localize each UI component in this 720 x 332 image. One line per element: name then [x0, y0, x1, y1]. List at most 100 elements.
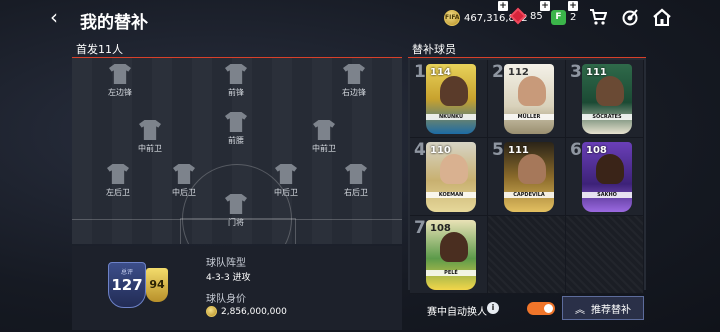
- team-value: 2,856,000,000: [206, 306, 287, 317]
- sub-slot[interactable]: 2 112 MÜLLER: [488, 60, 566, 138]
- player-name: SÓCRATES: [582, 114, 632, 120]
- sub-slot[interactable]: 7 108 PELÉ: [410, 216, 488, 294]
- slot-cam[interactable]: 前腰: [214, 112, 258, 146]
- shirt-icon: [225, 64, 247, 84]
- back-arrow-icon[interactable]: ‹: [50, 7, 70, 28]
- sub-slot[interactable]: 4 110 KOEMAN: [410, 138, 488, 216]
- sub-slot-number: 6: [570, 140, 582, 160]
- slot-right-winger[interactable]: 右边锋: [332, 64, 376, 98]
- sub-slot[interactable]: 3 111 SÓCRATES: [566, 60, 644, 138]
- recommend-subs-button[interactable]: ︽ 推荐替补: [562, 296, 644, 320]
- page-title: 我的替补: [80, 13, 148, 33]
- slot-left-winger[interactable]: 左边锋: [98, 64, 142, 98]
- player-name: NKUNKU: [426, 114, 476, 120]
- position-label: 前锋: [228, 88, 244, 97]
- slot-right-back[interactable]: 右后卫: [334, 164, 378, 198]
- player-portrait: [440, 76, 468, 106]
- shirt-icon: [225, 194, 247, 214]
- empty-sub-slot[interactable]: [566, 216, 644, 294]
- slot-right-cm[interactable]: 中前卫: [302, 120, 346, 154]
- position-label: 右边锋: [342, 88, 366, 97]
- target-icon[interactable]: [620, 8, 640, 28]
- player-name: SAKHO: [582, 192, 632, 198]
- shirt-icon: [275, 164, 297, 184]
- lineup-header: 首发11人: [72, 42, 402, 58]
- subs-header: 替补球员: [408, 42, 646, 58]
- slot-left-cb[interactable]: 中后卫: [162, 164, 206, 198]
- add-coins-button[interactable]: +: [498, 1, 508, 11]
- fifa-points-display: F 2: [551, 10, 576, 25]
- player-portrait: [596, 76, 624, 106]
- shirt-icon: [225, 112, 247, 132]
- team-rating-badge: 总评 127: [108, 262, 146, 308]
- slot-goalkeeper[interactable]: 门将: [214, 194, 258, 228]
- position-label: 中前卫: [312, 144, 336, 153]
- recommend-subs-label: 推荐替补: [591, 304, 631, 316]
- player-name: CAPDEVILA: [504, 192, 554, 198]
- formation-value: 4-3-3 进攻: [206, 273, 251, 283]
- shirt-icon: [343, 64, 365, 84]
- sub-slot[interactable]: 6 108 SAKHO: [566, 138, 644, 216]
- position-label: 中后卫: [274, 188, 298, 197]
- player-name: MÜLLER: [504, 114, 554, 120]
- sub-slot[interactable]: 5 111 CAPDEVILA: [488, 138, 566, 216]
- shirt-icon: [107, 164, 129, 184]
- player-name: KOEMAN: [426, 192, 476, 198]
- slot-striker[interactable]: 前锋: [214, 64, 258, 98]
- fifa-points-icon: F: [551, 10, 566, 25]
- shirt-icon: [313, 120, 335, 140]
- formation-label: 球队阵型: [206, 258, 246, 269]
- shirt-icon: [173, 164, 195, 184]
- subs-grid: 1 114 NKUNKU 2 112 MÜLLER 3 111 SÓCRATES…: [408, 58, 646, 294]
- position-label: 中前卫: [138, 144, 162, 153]
- team-info-panel: 总评 127 94 球队阵型 4-3-3 进攻 球队身价 2,856,000,0…: [72, 246, 402, 330]
- slot-left-cm[interactable]: 中前卫: [128, 120, 172, 154]
- player-name: PELÉ: [426, 270, 476, 276]
- position-label: 中后卫: [172, 188, 196, 197]
- player-portrait: [596, 154, 624, 184]
- sub-slot[interactable]: 1 114 NKUNKU: [410, 60, 488, 138]
- cart-icon[interactable]: [588, 8, 608, 28]
- sub-slot-number: 3: [570, 62, 582, 82]
- gem-icon: [509, 7, 527, 25]
- shirt-icon: [139, 120, 161, 140]
- auto-sub-toggle[interactable]: [527, 302, 555, 315]
- player-card: 111 CAPDEVILA: [504, 142, 554, 212]
- sub-slot-number: 1: [414, 62, 426, 82]
- add-gems-button[interactable]: +: [540, 1, 550, 11]
- sub-slot-number: 5: [492, 140, 504, 160]
- position-label: 门将: [228, 218, 244, 227]
- top-bar: ‹ 我的替补 FIFA 467,316,892 + 85 + F 2 +: [0, 0, 720, 36]
- team-rating-value: 127: [111, 276, 143, 294]
- team-value-label: 球队身价: [206, 294, 246, 305]
- position-label: 左边锋: [108, 88, 132, 97]
- lineup-title: 首发11人: [76, 43, 123, 56]
- add-points-button[interactable]: +: [568, 1, 578, 11]
- slot-right-cb[interactable]: 中后卫: [264, 164, 308, 198]
- player-card: 112 MÜLLER: [504, 64, 554, 134]
- team-chem-badge: 94: [146, 268, 168, 302]
- player-portrait: [518, 76, 546, 106]
- sub-slot-number: 4: [414, 140, 426, 160]
- team-value-amount: 2,856,000,000: [221, 306, 287, 317]
- fifa-points-value: 2: [570, 12, 577, 23]
- player-card: 108 PELÉ: [426, 220, 476, 290]
- player-card: 114 NKUNKU: [426, 64, 476, 134]
- coin-icon: FIFA: [444, 10, 460, 26]
- chevron-up-icon: ︽: [575, 304, 585, 316]
- player-card: 108 SAKHO: [582, 142, 632, 212]
- pitch: 左边锋 前锋 右边锋 中前卫 前腰 中前卫 左后卫 中后卫 中后卫 右后卫 门将: [72, 58, 402, 244]
- info-icon[interactable]: i: [487, 302, 499, 314]
- position-label: 前腰: [228, 136, 244, 145]
- gems-value: 85: [530, 10, 543, 22]
- player-portrait: [440, 154, 468, 184]
- home-icon[interactable]: [652, 8, 672, 28]
- slot-left-back[interactable]: 左后卫: [96, 164, 140, 198]
- player-portrait: [518, 154, 546, 184]
- sub-slot-number: 7: [414, 218, 426, 238]
- team-rating-label: 总评: [120, 269, 133, 276]
- shirt-icon: [345, 164, 367, 184]
- auto-sub-label: 赛中自动换人: [427, 307, 487, 318]
- empty-sub-slot[interactable]: [488, 216, 566, 294]
- sub-slot-number: 2: [492, 62, 504, 82]
